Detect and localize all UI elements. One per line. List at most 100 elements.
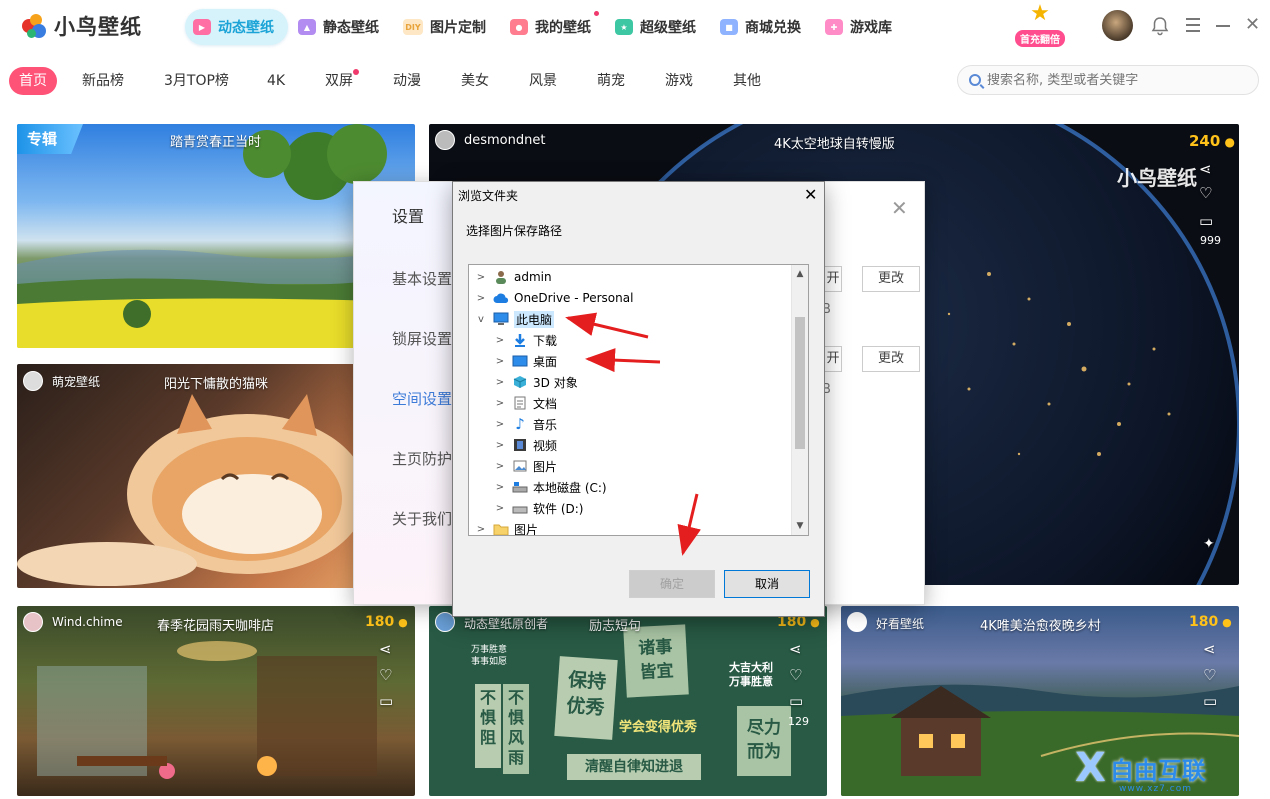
chevron-right-icon[interactable]: > [494,419,506,430]
tree-item-label: 下载 [533,333,558,348]
chevron-right-icon[interactable]: > [475,272,487,283]
chevron-right-icon[interactable]: > [475,524,487,535]
chevron-right-icon[interactable]: > [494,356,506,367]
settings-item-lockscreen[interactable]: 锁屏设置 [392,328,452,349]
minimize-icon[interactable] [1216,25,1230,27]
card-username[interactable]: Wind.chime [52,615,123,629]
settings-item-basic[interactable]: 基本设置 [392,268,452,289]
category-scenery[interactable]: 风景 [529,67,557,95]
category-new[interactable]: 新品榜 [82,67,124,95]
nav-tab-dynamic[interactable]: ▶ 动态壁纸 [185,9,288,45]
card-username[interactable]: 动态壁纸原创者 [464,615,548,632]
close-icon[interactable]: ✕ [891,196,908,220]
tree-item[interactable]: > admin [475,267,552,287]
main-nav: ▶ 动态壁纸 ▲ 静态壁纸 DIY 图片定制 ● 我的壁纸 ★ 超级壁纸 ■ 商… [185,9,908,45]
tree-item[interactable]: > 3D 对象 [494,372,578,392]
drive-icon [512,501,528,515]
nav-tab-super[interactable]: ★ 超级壁纸 [607,9,710,45]
avatar[interactable] [1102,10,1133,41]
close-icon[interactable]: ✕ [804,185,817,204]
menu-icon[interactable] [1186,18,1200,32]
tree-item[interactable]: > 视频 [494,435,557,455]
scroll-up-icon[interactable]: ▲ [792,266,808,282]
tree-item[interactable]: > OneDrive - Personal [475,288,634,308]
open-folder-button[interactable]: 开 [824,346,842,372]
card-username[interactable]: 萌宠壁纸 [52,373,100,390]
scrollbar-thumb[interactable] [795,317,805,449]
cancel-button[interactable]: 取消 [724,570,810,598]
chevron-right-icon[interactable]: > [475,293,487,304]
share-icon[interactable]: ⋖ [789,640,802,658]
comment-icon[interactable]: ▭ [1203,692,1217,710]
change-path-button[interactable]: 更改 [862,346,920,372]
tree-scrollbar[interactable]: ▲ ▼ [791,265,808,535]
chevron-right-icon[interactable]: > [494,440,506,451]
settings-item-about[interactable]: 关于我们 [392,508,452,529]
chevron-right-icon[interactable]: > [494,503,506,514]
chevron-down-icon[interactable]: v [475,314,487,325]
nav-tab-static[interactable]: ▲ 静态壁纸 [290,9,393,45]
share-icon[interactable]: ⋖ [379,640,392,658]
card-username[interactable]: 好看壁纸 [876,615,924,632]
share-icon[interactable]: ⋖ [1203,640,1216,658]
cube-icon [512,375,528,389]
promo-badge[interactable]: ★ 首充翻倍 [1008,0,1072,56]
category-4k[interactable]: 4K [267,67,285,95]
heart-icon[interactable]: ♡ [379,666,392,684]
card-username[interactable]: desmondnet [464,133,545,148]
chevron-right-icon[interactable]: > [494,398,506,409]
tree-item[interactable]: > 软件 (D:) [494,498,584,518]
category-pets[interactable]: 萌宠 [597,67,625,95]
close-icon[interactable]: ✕ [1245,16,1261,34]
nav-tab-games[interactable]: ✚ 游戏库 [817,9,906,45]
scroll-down-icon[interactable]: ▼ [792,518,808,534]
chevron-right-icon[interactable]: > [494,482,506,493]
tree-item-selected[interactable]: v 此电脑 [475,309,555,329]
nav-tab-custom[interactable]: DIY 图片定制 [395,9,500,45]
tree-item[interactable]: > ♪ 音乐 [494,414,557,434]
comment-icon[interactable]: ▭ [379,692,393,710]
bell-icon[interactable] [1151,16,1169,36]
tree-item[interactable]: > 文档 [494,393,557,413]
chevron-right-icon[interactable]: > [494,377,506,388]
category-home[interactable]: 首页 [9,67,57,95]
heart-icon[interactable]: ♡ [789,666,802,684]
app-logo[interactable]: 小鸟壁纸 [22,11,142,41]
category-games[interactable]: 游戏 [665,67,693,95]
wallpaper-card[interactable]: Wind.chime 春季花园雨天咖啡店 180 ● ⋖ ♡ ▭ [17,606,415,796]
comment-icon[interactable]: ▭ [789,692,803,710]
category-anime[interactable]: 动漫 [393,67,421,95]
category-dual-screen[interactable]: 双屏 [325,67,359,95]
chevron-right-icon[interactable]: > [494,461,506,472]
tree-item-label: 文档 [533,396,558,411]
wallpaper-card[interactable]: 万事胜意 事事如愿 大吉大利 万事胜意 诸事 皆宜 保持 优秀 不 惧 阻 不 … [429,606,827,796]
category-other[interactable]: 其他 [733,67,761,95]
tree-item[interactable]: > 图片 [494,456,557,476]
card-coins: 180 ● [1189,614,1232,630]
search-input[interactable] [987,72,1247,88]
tree-item[interactable]: > 下载 [494,330,557,350]
card-title: 励志短句 [589,619,642,634]
open-folder-button[interactable]: 开 [824,266,842,292]
change-path-button[interactable]: 更改 [862,266,920,292]
heart-icon[interactable]: ♡ [1203,666,1216,684]
folder-tree[interactable]: > admin > OneDrive - Personal v 此电脑 > 下载… [468,264,809,536]
coin-icon: ● [394,616,408,629]
heart-icon[interactable]: ♡ [1199,184,1212,202]
nav-tab-shop[interactable]: ■ 商城兑换 [712,9,815,45]
tree-item[interactable]: > 桌面 [494,351,557,371]
nav-tab-mine[interactable]: ● 我的壁纸 [502,9,605,45]
settings-item-homepage-protect[interactable]: 主页防护 [392,448,452,469]
category-top[interactable]: 3月TOP榜 [164,67,229,95]
comment-icon[interactable]: ▭ [1199,212,1213,230]
share-icon[interactable]: ⋖ [1199,160,1212,178]
card-title: 4K太空地球自转慢版 [774,137,895,152]
category-beauty[interactable]: 美女 [461,67,489,95]
watermark-text: 自由互联 [1109,756,1206,785]
tree-item[interactable]: > 图片 [475,519,538,535]
settings-item-storage[interactable]: 空间设置 [392,388,452,409]
search-box[interactable] [957,65,1259,95]
chevron-right-icon[interactable]: > [494,335,506,346]
tree-item[interactable]: > 本地磁盘 (C:) [494,477,607,497]
ok-button[interactable]: 确定 [629,570,715,598]
